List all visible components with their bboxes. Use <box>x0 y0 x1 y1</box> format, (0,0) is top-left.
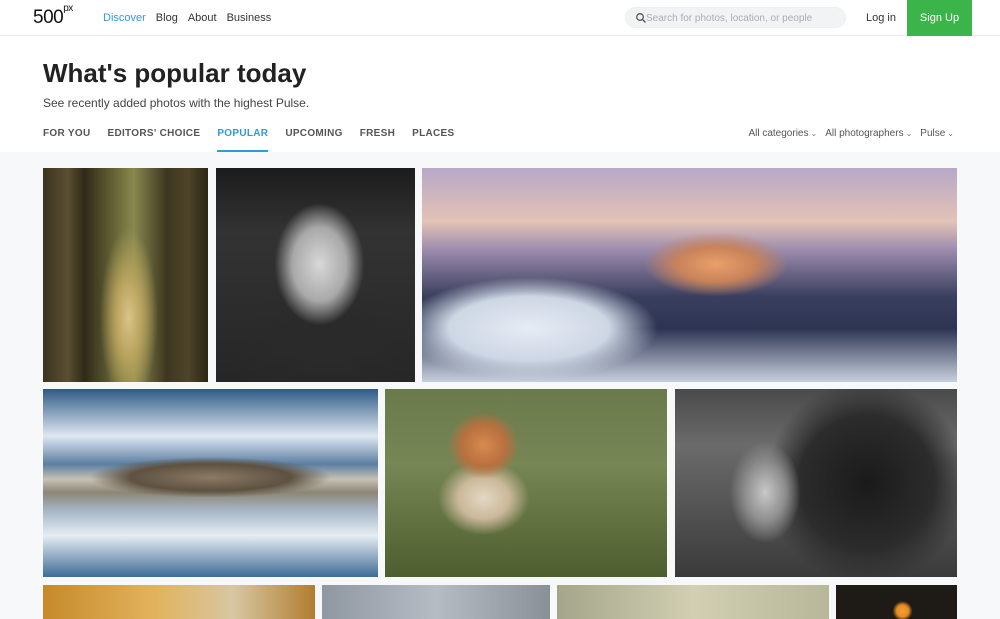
page-header: What's popular today See recently added … <box>0 36 1000 152</box>
filter-sort-label: Pulse <box>920 128 946 139</box>
photo-blurred[interactable] <box>557 585 829 619</box>
photo-bw-portrait[interactable] <box>216 168 415 382</box>
photo-fox[interactable] <box>385 389 667 577</box>
top-navbar: 500px Discover Blog About Business Log i… <box>0 0 1000 36</box>
logo[interactable]: 500px <box>33 3 73 29</box>
filter-sort[interactable]: Pulse ⌄ <box>920 128 954 139</box>
chevron-down-icon: ⌄ <box>810 129 818 138</box>
login-link[interactable]: Log in <box>866 12 896 24</box>
page-subtitle: See recently added photos with the highe… <box>43 96 310 110</box>
filter-photographers-label: All photographers <box>825 128 904 139</box>
nav-blog[interactable]: Blog <box>156 12 178 24</box>
logo-text: 500 <box>33 7 64 28</box>
search-box[interactable] <box>625 7 846 28</box>
photo-autumn-portrait[interactable] <box>43 585 315 619</box>
page-title: What's popular today <box>43 58 307 88</box>
filter-bar: All categories ⌄ All photographers ⌄ Pulse… <box>740 128 954 139</box>
filter-photographers[interactable]: All photographers ⌄ <box>825 128 912 139</box>
photo-dark-angel[interactable] <box>675 389 957 577</box>
filter-categories-label: All categories <box>748 128 809 139</box>
tab-places[interactable]: PLACES <box>412 128 454 152</box>
tab-fresh[interactable]: FRESH <box>360 128 395 152</box>
main-nav: Discover Blog About Business <box>103 12 281 24</box>
tab-for-you[interactable]: FOR YOU <box>43 128 90 152</box>
photo-mountain-reflection[interactable] <box>43 389 378 577</box>
tab-upcoming[interactable]: UPCOMING <box>285 128 342 152</box>
nav-business[interactable]: Business <box>227 12 272 24</box>
logo-sup: px <box>63 2 73 14</box>
nav-discover[interactable]: Discover <box>103 12 146 24</box>
signup-button[interactable]: Sign Up <box>907 0 972 36</box>
tab-editors-choice[interactable]: EDITORS' CHOICE <box>107 128 200 152</box>
photo-dark-orange[interactable] <box>836 585 957 619</box>
chevron-down-icon: ⌄ <box>905 129 913 138</box>
photo-snowy-mountains[interactable] <box>422 168 957 382</box>
photo-bird[interactable] <box>322 585 550 619</box>
feed-tabs: FOR YOU EDITORS' CHOICE POPULAR UPCOMING… <box>43 128 472 152</box>
search-input[interactable] <box>646 9 841 27</box>
nav-about[interactable]: About <box>188 12 217 24</box>
filter-categories[interactable]: All categories ⌄ <box>748 128 817 139</box>
tab-popular[interactable]: POPULAR <box>217 128 269 152</box>
photo-forest-path[interactable] <box>43 168 208 382</box>
chevron-down-icon: ⌄ <box>947 129 954 138</box>
